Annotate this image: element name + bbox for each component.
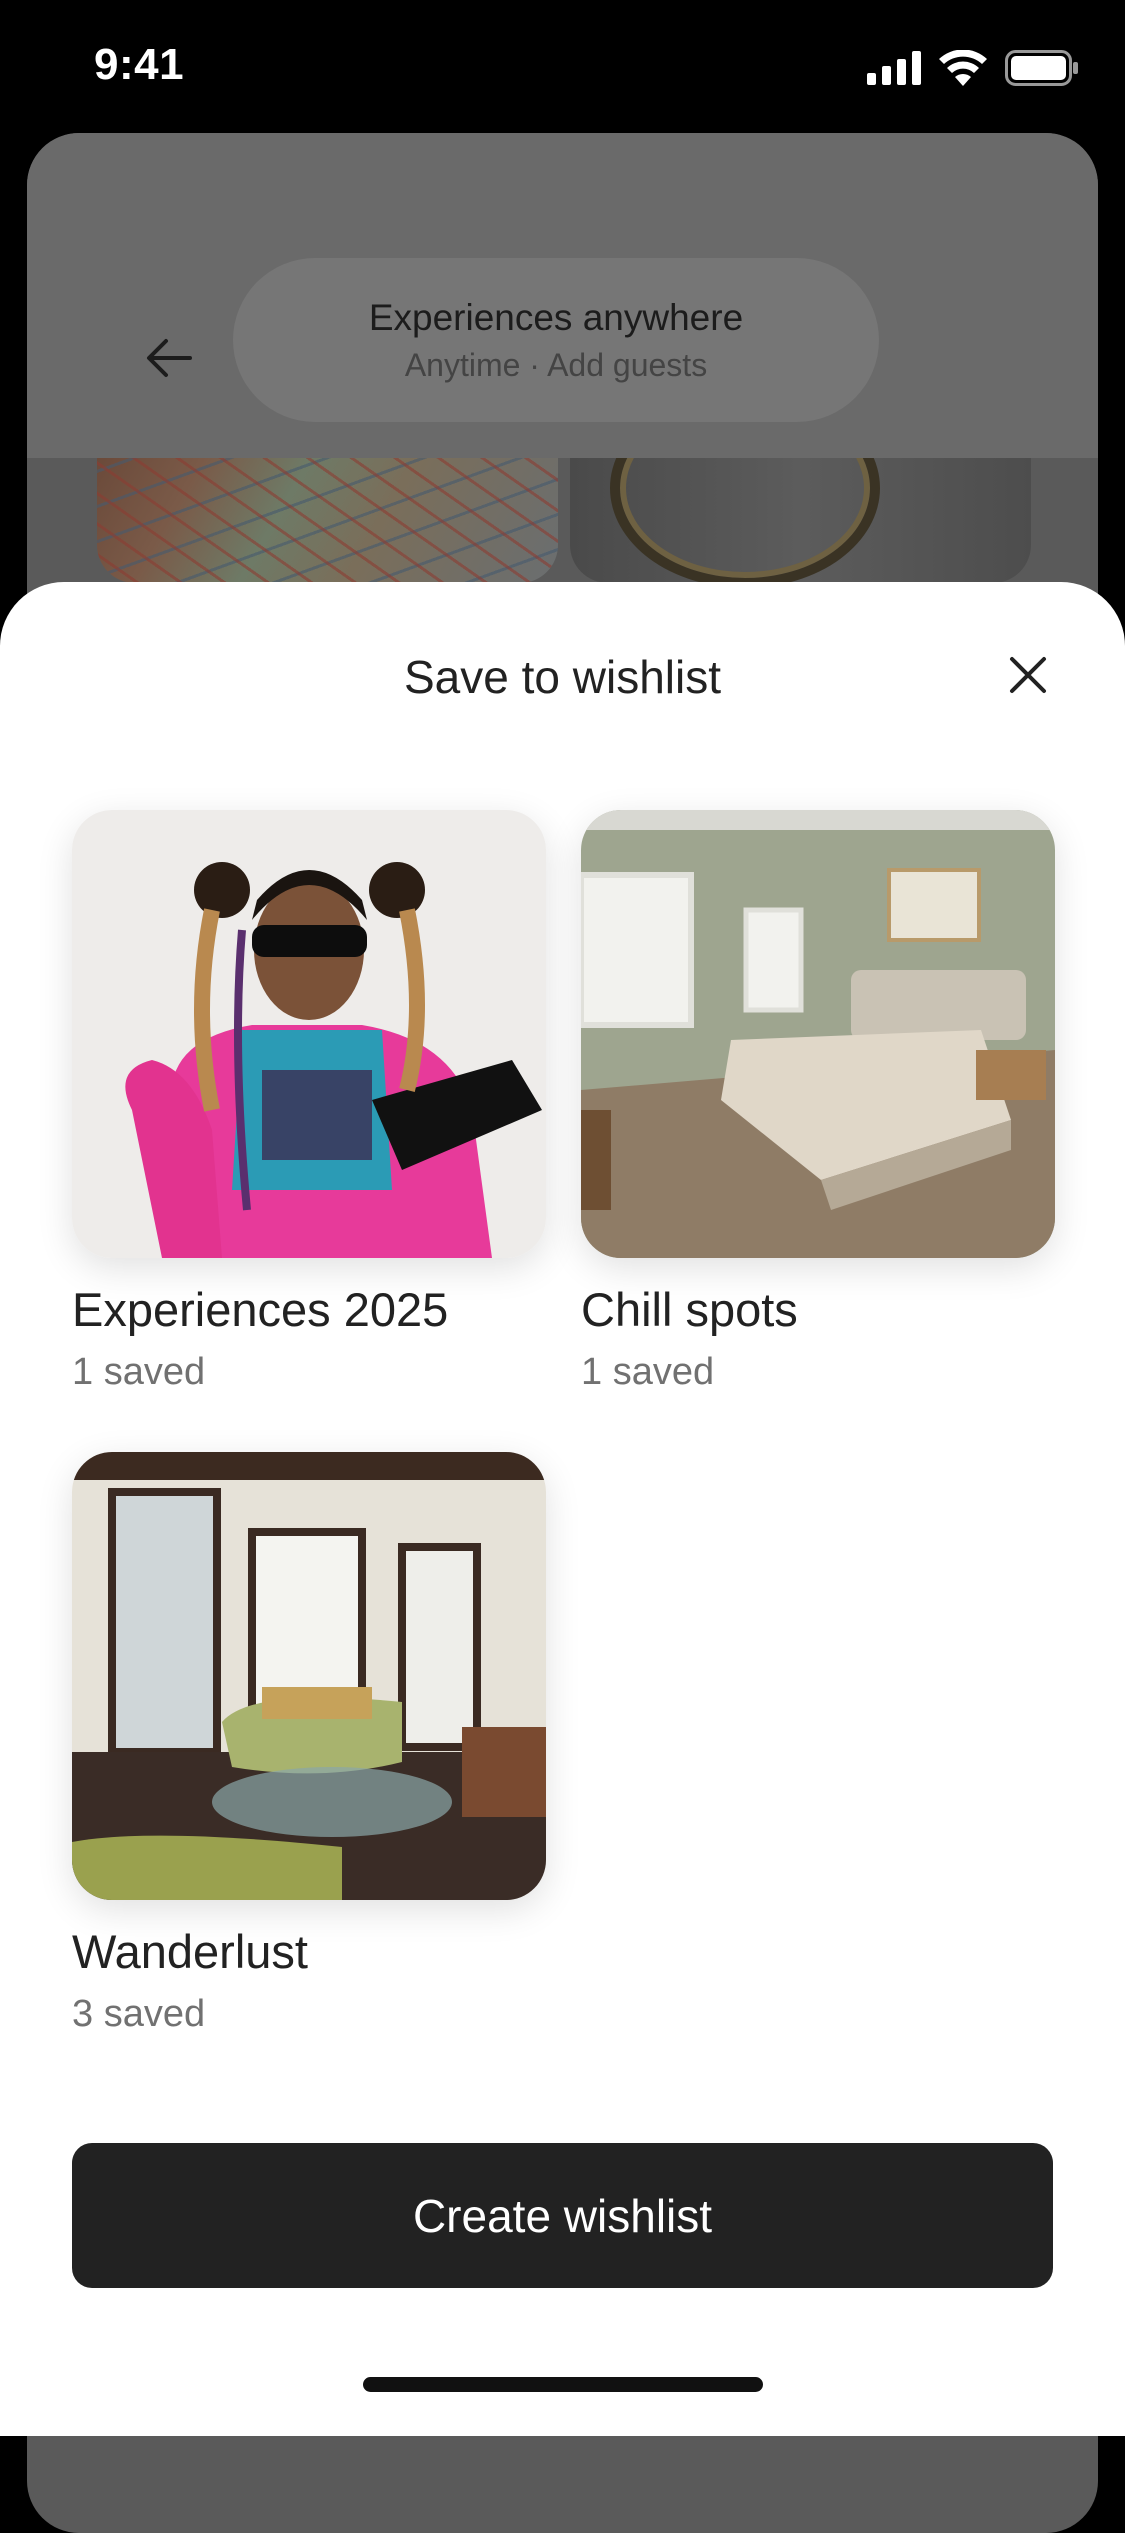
back-button[interactable] <box>119 308 219 408</box>
wishlist-image <box>581 810 1055 1258</box>
bedroom-photo <box>581 810 1055 1258</box>
wishlist-card-chill-spots[interactable]: Chill spots 1 saved <box>581 810 1055 1394</box>
save-to-wishlist-sheet: Save to wishlist Experiences 2025 1 save… <box>0 582 1125 2436</box>
wishlist-count: 3 saved <box>72 1993 206 2035</box>
wishlist-card-wanderlust[interactable]: Wanderlust 3 saved <box>72 1452 546 2036</box>
wishlist-image <box>72 1452 546 1900</box>
close-icon <box>1010 657 1046 693</box>
battery-icon <box>1005 50 1078 86</box>
wishlist-name: Wanderlust <box>72 1925 308 1978</box>
portrait-photo <box>72 810 546 1258</box>
bike-thumbnail <box>570 458 1031 583</box>
status-icons <box>867 50 1079 86</box>
sheet-title: Save to wishlist <box>403 651 721 703</box>
close-button[interactable] <box>995 642 1061 708</box>
wishlist-image <box>72 810 546 1258</box>
search-title: Experiences anywhere <box>368 296 744 338</box>
wishlist-count: 1 saved <box>72 1351 206 1393</box>
wifi-icon <box>939 50 987 86</box>
wishlist-name: Experiences 2025 <box>72 1283 449 1336</box>
map-thumbnail <box>97 458 558 583</box>
wishlist-name: Chill spots <box>581 1283 798 1336</box>
arrow-left-icon <box>147 339 192 377</box>
home-indicator[interactable] <box>363 2377 763 2392</box>
wishlist-card-experiences-2025[interactable]: Experiences 2025 1 saved <box>72 810 546 1394</box>
cellular-signal-icon <box>867 51 921 85</box>
create-wishlist-button[interactable]: Create wishlist <box>72 2143 1053 2288</box>
status-bar: 9:41 <box>0 0 1125 135</box>
status-time: 9:41 <box>94 40 185 89</box>
wishlist-count: 1 saved <box>581 1351 715 1393</box>
wheel-graphic <box>610 458 880 583</box>
search-subtitle: Anytime · Add guests <box>404 346 708 383</box>
living-room-photo <box>72 1452 546 1900</box>
search-pill[interactable]: Experiences anywhere Anytime · Add guest… <box>233 258 879 422</box>
